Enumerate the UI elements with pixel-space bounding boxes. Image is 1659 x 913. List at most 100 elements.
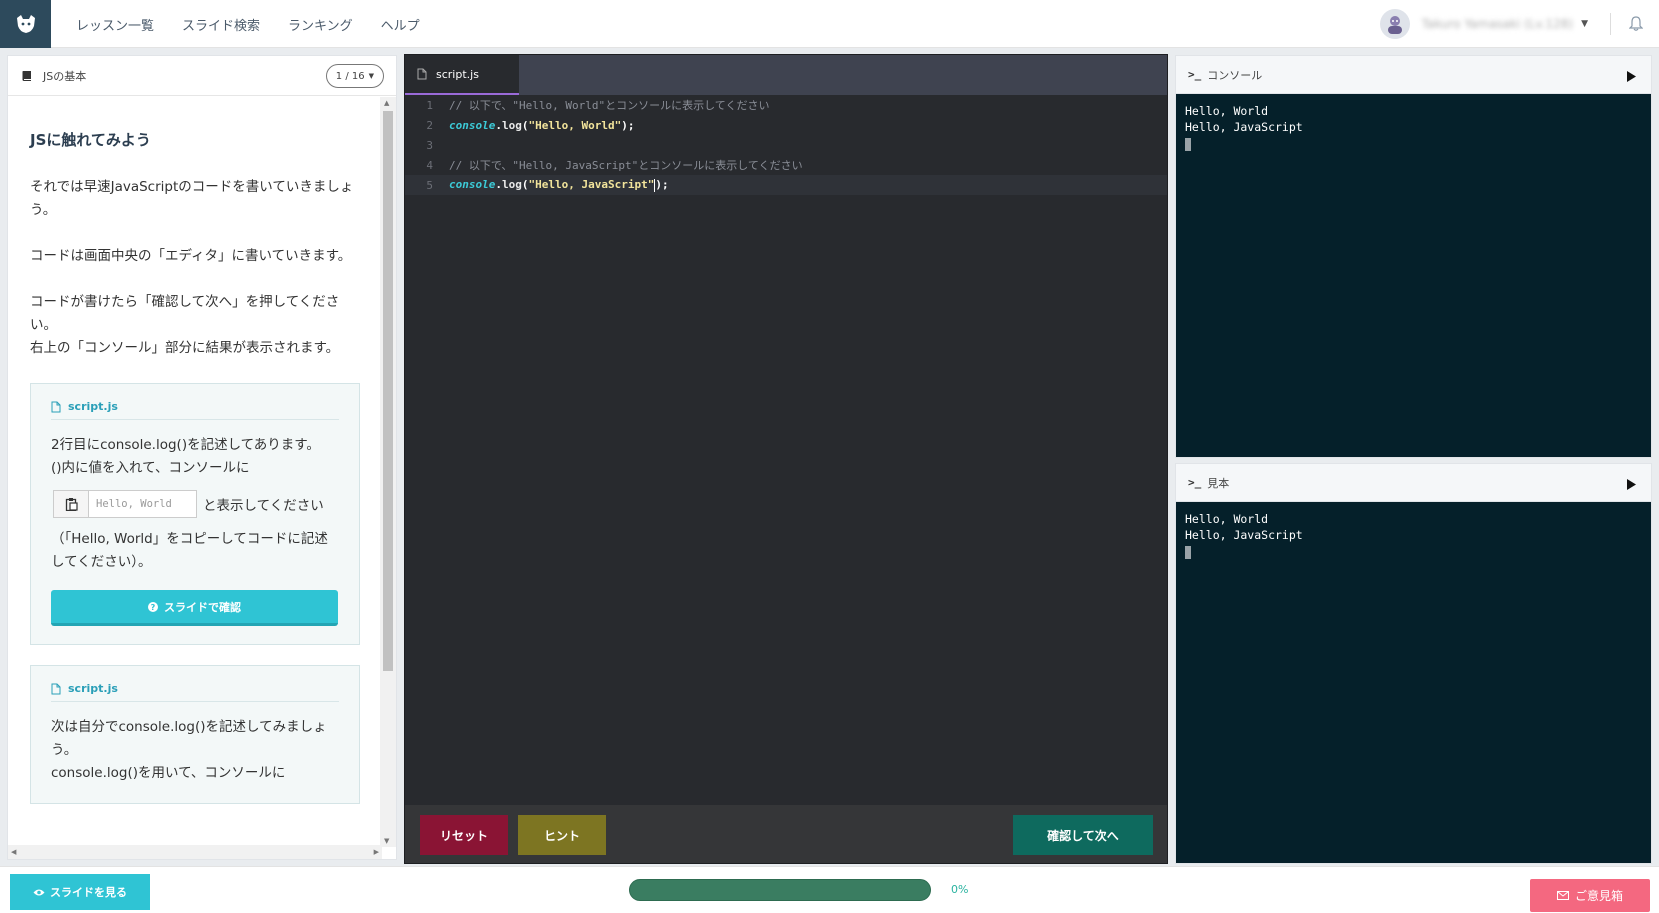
view-slides-label: スライドを見る: [50, 886, 127, 899]
console-panel: >_ コンソール Hello, World Hello, JavaScript: [1175, 55, 1652, 458]
sample-output[interactable]: Hello, World Hello, JavaScript: [1176, 502, 1651, 572]
code-comment: // 以下で、"Hello, JavaScript"とコンソールに表示してくださ…: [449, 159, 803, 172]
code-line: 3: [405, 135, 1167, 155]
lesson-paragraph: コードが書けたら「確認して次へ」を押してください。 右上の「コンソール」部分に結…: [30, 294, 340, 356]
main-nav: レッスン一覧 スライド検索 ランキング ヘルプ: [62, 0, 434, 48]
code-string: "Hello, World": [528, 118, 622, 132]
copy-button[interactable]: [53, 490, 89, 518]
code-punct: .: [495, 118, 502, 132]
scroll-up-icon[interactable]: ▲: [384, 99, 389, 107]
code-statement: console.log("Hello, World");: [449, 119, 634, 132]
console-cursor: [1185, 138, 1191, 151]
chevron-down-icon: ▼: [368, 72, 374, 80]
sample-line: Hello, JavaScript: [1185, 528, 1303, 542]
editor-tabbar: script.js: [405, 55, 1167, 95]
code-area[interactable]: 1 // 以下で、"Hello, World"とコンソールに表示してください 2…: [405, 95, 1167, 805]
nav-ranking[interactable]: ランキング: [288, 15, 353, 34]
bottom-bar: スライドを見る 0% ご意見箱: [0, 866, 1659, 913]
exercise-card: script.js 2行目にconsole.log()を記述してあります。 ()…: [30, 383, 360, 645]
code-object: console: [449, 178, 496, 192]
copy-text-field[interactable]: Hello, World: [89, 490, 197, 518]
scroll-thumb[interactable]: [383, 111, 393, 671]
sample-line: Hello, World: [1185, 512, 1269, 526]
code-object: console: [449, 118, 496, 132]
card-text: 2行目にconsole.log()を記述してあります。 ()内に値を入れて、コン…: [51, 437, 320, 476]
user-avatar-icon: [1387, 16, 1402, 34]
nav-slide-search[interactable]: スライド検索: [182, 15, 260, 34]
code-editor: script.js 1 // 以下で、"Hello, World"とコンソールに…: [404, 54, 1168, 864]
console-output[interactable]: Hello, World Hello, JavaScript: [1176, 94, 1651, 164]
reset-button[interactable]: リセット: [420, 815, 508, 855]
question-circle-icon: ?: [148, 601, 158, 612]
copy-instruction: と表示してください: [203, 498, 324, 514]
line-number: 4: [426, 158, 433, 172]
lesson-panel: JSの基本 1 / 16 ▼ JSに触れてみよう それでは早速JavaScrip…: [7, 55, 397, 860]
eye-icon: [33, 889, 45, 895]
notification-bell-icon[interactable]: [1629, 16, 1643, 32]
lesson-heading: JSに触れてみよう: [30, 131, 151, 149]
code-string: "Hello, JavaScript": [528, 178, 655, 192]
play-icon[interactable]: [1626, 68, 1637, 87]
scroll-left-icon[interactable]: ◀: [11, 848, 16, 856]
play-icon[interactable]: [1626, 476, 1637, 495]
card-title: script.js: [51, 682, 339, 702]
lesson-paragraph: コードは画面中央の「エディタ」に書いていきます。: [30, 248, 352, 264]
code-line: 1 // 以下で、"Hello, World"とコンソールに表示してください: [405, 95, 1167, 115]
code-method: log: [501, 118, 522, 132]
card-file-name: script.js: [68, 400, 118, 413]
code-line-active: 5 console.log("Hello, JavaScript");: [405, 175, 1167, 195]
file-icon: [51, 683, 61, 694]
progress-percent: 0%: [951, 883, 969, 896]
console-header: >_ コンソール: [1176, 56, 1651, 94]
sample-title: 見本: [1207, 476, 1230, 490]
page-selector[interactable]: 1 / 16 ▼: [325, 64, 384, 88]
view-slide-button[interactable]: ? スライドで確認: [51, 590, 338, 626]
code-punct: );: [621, 118, 635, 132]
code-punct: );: [655, 178, 669, 192]
code-punct: .: [495, 178, 502, 192]
svg-text:?: ?: [151, 603, 156, 612]
user-menu: Takuro Yamasaki (Lv.128) ▼: [1379, 0, 1659, 48]
feedback-button[interactable]: ご意見箱: [1530, 879, 1650, 912]
tab-label: script.js: [436, 67, 479, 81]
avatar[interactable]: [1379, 9, 1410, 39]
card-text: 次は自分でconsole.log()を記述してみましょう。 console.lo…: [51, 719, 327, 781]
hint-button[interactable]: ヒント: [518, 815, 606, 855]
code-line: 4 // 以下で、"Hello, JavaScript"とコンソールに表示してく…: [405, 155, 1167, 175]
chevron-down-icon[interactable]: ▼: [1581, 19, 1588, 29]
page-indicator: 1 / 16: [335, 70, 365, 82]
vertical-scrollbar[interactable]: ▲ ▼: [380, 97, 396, 847]
lesson-content[interactable]: JSに触れてみよう それでは早速JavaScriptのコードを書いていきましょう…: [8, 97, 382, 847]
scroll-down-icon[interactable]: ▼: [384, 837, 389, 845]
exercise-card: script.js 次は自分でconsole.log()を記述してみましょう。 …: [30, 665, 360, 804]
line-number: 5: [426, 178, 433, 192]
user-name[interactable]: Takuro Yamasaki (Lv.128): [1422, 17, 1573, 31]
nav-lesson-list[interactable]: レッスン一覧: [76, 15, 154, 34]
check-next-button[interactable]: 確認して次へ: [1013, 815, 1153, 855]
code-line: 2 console.log("Hello, World");: [405, 115, 1167, 135]
lesson-title: JSの基本: [43, 69, 87, 83]
view-slides-button[interactable]: スライドを見る: [10, 874, 150, 910]
sample-panel: >_ 見本 Hello, World Hello, JavaScript: [1175, 463, 1652, 864]
terminal-prompt-icon: >_: [1188, 476, 1202, 489]
progress-bar: [629, 879, 931, 901]
scroll-right-icon[interactable]: ▶: [374, 848, 379, 856]
line-number: 1: [426, 98, 433, 112]
horizontal-scrollbar[interactable]: ◀ ▶: [8, 845, 382, 859]
terminal-prompt-icon: >_: [1188, 68, 1202, 81]
sample-header: >_ 見本: [1176, 464, 1651, 502]
envelope-icon: [1556, 891, 1569, 900]
logo[interactable]: [0, 0, 51, 48]
nav-help[interactable]: ヘルプ: [381, 15, 420, 34]
top-header: レッスン一覧 スライド検索 ランキング ヘルプ Takuro Yamasaki …: [0, 0, 1659, 48]
console-title: コンソール: [1207, 68, 1263, 82]
code-comment: // 以下で、"Hello, World"とコンソールに表示してください: [449, 99, 770, 112]
card-title: script.js: [51, 400, 339, 420]
line-number: 3: [426, 138, 433, 152]
tab-script-js[interactable]: script.js: [405, 55, 519, 95]
view-slide-label: スライドで確認: [164, 600, 241, 614]
console-line: Hello, World: [1185, 104, 1269, 118]
editor-footer: リセット ヒント 確認して次へ: [405, 805, 1167, 863]
file-icon: [51, 401, 61, 412]
card-text: （「Hello, World」をコピーしてコードに記述してください）。: [51, 531, 328, 570]
